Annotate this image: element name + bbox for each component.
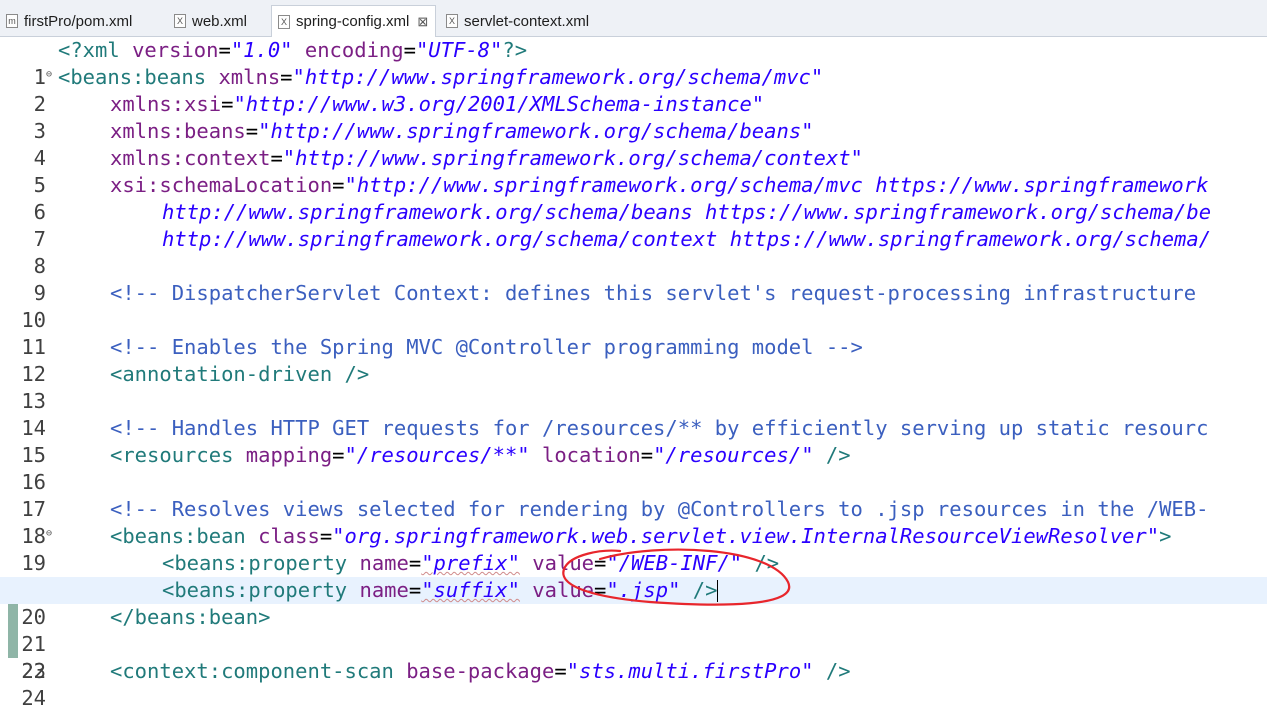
xml-file-icon: X (174, 14, 186, 28)
tab-label: spring-config.xml (296, 13, 410, 30)
line-code: <beans:property name="prefix" value="/WE… (162, 551, 780, 575)
code-line: 17 (0, 469, 1267, 521)
line-code: xsi:schemaLocation="http://www.springfra… (110, 173, 1209, 197)
code-line: 25 (0, 685, 1267, 709)
tab-label: servlet-context.xml (464, 12, 590, 30)
line-code: <context:component-scan base-package="st… (110, 659, 851, 683)
tab-pom-xml[interactable]: m firstPro/pom.xml (0, 6, 162, 36)
line-code: <annotation-driven /> (110, 362, 370, 386)
code-line: 4 xmlns:beans="http://www.springframewor… (0, 118, 1267, 170)
line-code: <beans:beans xmlns="http://www.springfra… (58, 65, 824, 89)
line-code: <!-- Enables the Spring MVC @Controller … (110, 335, 863, 359)
tab-servlet-context-xml[interactable]: X servlet-context.xml (440, 6, 610, 36)
tab-label: firstPro/pom.xml (24, 12, 133, 30)
code-line: 5 xmlns:context="http://www.springframew… (0, 145, 1267, 197)
line-code: <?xml version="1.0" encoding="UTF-8"?> (58, 38, 528, 62)
fold-toggle-icon[interactable]: ⊖ (46, 520, 52, 547)
line-code: <!-- Resolves views selected for renderi… (110, 497, 1209, 521)
tab-spring-config-xml[interactable]: X spring-config.xml ⊠ (271, 5, 436, 37)
maven-file-icon: m (6, 14, 18, 28)
line-code: <!-- Handles HTTP GET requests for /reso… (110, 416, 1209, 440)
line-code: xmlns:beans="http://www.springframework.… (110, 119, 814, 143)
code-line: 8 http://www.springframework.org/schema/… (0, 226, 1267, 278)
code-line: 10 <!-- DispatcherServlet Context: defin… (0, 280, 1267, 332)
xml-file-icon: X (446, 14, 458, 28)
code-line: 1 <?xml version="1.0" encoding="UTF-8"?> (0, 37, 1267, 89)
line-code: http://www.springframework.org/schema/be… (162, 200, 1212, 224)
close-icon[interactable]: ⊠ (417, 14, 428, 30)
code-line: 18 <!-- Resolves views selected for rend… (0, 496, 1267, 548)
code-line: 9 (0, 253, 1267, 305)
code-line: 16 <resources mapping="/resources/**" lo… (0, 442, 1267, 494)
line-code: xmlns:context="http://www.springframewor… (110, 146, 863, 170)
tab-web-xml[interactable]: X web.xml (168, 6, 268, 36)
editor-tab-bar: m firstPro/pom.xml X web.xml X spring-co… (0, 0, 1267, 37)
line-code: <resources mapping="/resources/**" locat… (110, 443, 851, 467)
line-code: </beans:bean> (110, 605, 271, 629)
code-line: 19 ⊖ <beans:bean class="org.springframew… (0, 520, 1267, 575)
tab-label: web.xml (192, 12, 248, 30)
code-line: 3 xmlns:xsi="http://www.w3.org/2001/XMLS… (0, 91, 1267, 143)
code-line: 13 <annotation-driven /> (0, 361, 1267, 413)
code-line: 15 <!-- Handles HTTP GET requests for /r… (0, 415, 1267, 467)
code-line: 14 (0, 388, 1267, 440)
code-line: 11 (0, 307, 1267, 359)
code-line: i 20 <beans:property name="prefix" value… (0, 550, 1267, 629)
code-line-current: 21 <beans:property name="suffix" value="… (0, 577, 1267, 656)
line-code: <beans:property name="suffix" value=".js… (162, 578, 719, 602)
line-code: <beans:bean class="org.springframework.w… (110, 524, 1172, 548)
code-line: 6 xsi:schemaLocation="http://www.springf… (0, 172, 1267, 224)
code-line: 22 </beans:bean> (0, 604, 1267, 683)
line-code: http://www.springframework.org/schema/co… (162, 227, 1212, 251)
code-line: 23 (0, 631, 1267, 683)
text-caret (717, 580, 719, 602)
code-line: 7 http://www.springframework.org/schema/… (0, 199, 1267, 251)
fold-toggle-icon[interactable]: ⊖ (46, 61, 52, 88)
line-code: xmlns:xsi="http://www.w3.org/2001/XMLSch… (110, 92, 765, 116)
line-code: <!-- DispatcherServlet Context: defines … (110, 281, 1197, 305)
code-line: 24 <context:component-scan base-package=… (0, 658, 1267, 709)
xml-file-icon: X (278, 14, 290, 29)
code-line: 2 ⊖ <beans:beans xmlns="http://www.sprin… (0, 61, 1267, 116)
code-editor[interactable]: 1 <?xml version="1.0" encoding="UTF-8"?>… (0, 37, 1267, 709)
code-line: 12 <!-- Enables the Spring MVC @Controll… (0, 334, 1267, 386)
